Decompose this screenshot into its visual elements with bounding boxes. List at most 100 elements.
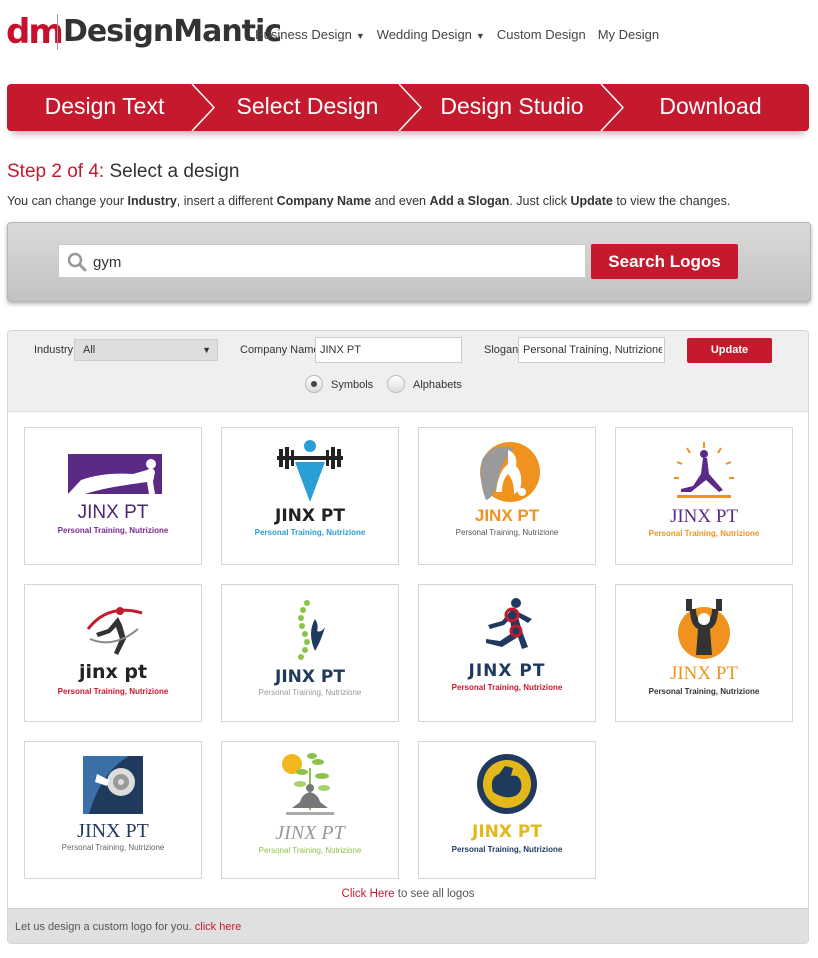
see-all-logos-link[interactable]: Click Here	[342, 888, 395, 900]
athlete-circle-icon	[480, 442, 540, 502]
intro-bold: Company Name	[276, 194, 372, 208]
intro-bold: Add a Slogan	[429, 194, 510, 208]
search-input[interactable]	[91, 249, 575, 275]
logo-slogan: Personal Training, Nutrizione	[451, 845, 563, 854]
slogan-label: Slogan	[484, 344, 519, 356]
spine-dots-icon	[298, 600, 325, 660]
company-name-input[interactable]	[315, 337, 462, 363]
logo-slogan: Personal Training, Nutrizione	[258, 688, 362, 697]
logo-slogan: Personal Training, Nutrizione	[57, 526, 169, 535]
radio-alphabets-label: Alphabets	[413, 379, 462, 391]
logo-name-text: JINX PT	[275, 667, 345, 687]
industry-value: All	[83, 344, 96, 356]
intro-bold: Update	[570, 194, 613, 208]
logo-company-name: JINX PT	[419, 661, 595, 681]
logo-company-name: JINX PT	[25, 820, 201, 843]
logo-card-3[interactable]: JINX PT Personal Training, Nutrizione	[418, 427, 596, 565]
logo-name-text: JINX PT	[77, 502, 149, 523]
nav-label: Business Design	[255, 27, 352, 42]
nav-custom-design[interactable]: Custom Design	[497, 27, 586, 42]
logo-name-text: JINX PT	[468, 661, 546, 681]
weightlifter-icon	[277, 440, 343, 502]
logo-card-7[interactable]: JINX PT Personal Training, Nutrizione	[418, 584, 596, 722]
logo-slogan: Personal Training, Nutrizione	[258, 846, 362, 855]
logo-card-11[interactable]: JINX PT Personal Training, Nutrizione	[418, 741, 596, 879]
step-title-text: Select a design	[109, 161, 240, 182]
logo-slogan: Personal Training, Nutrizione	[455, 528, 559, 537]
step-design-studio[interactable]: Design Studio	[412, 84, 612, 131]
update-button[interactable]: Update	[687, 338, 772, 363]
custom-logo-link[interactable]: click here	[195, 921, 241, 933]
logo-company-name: jinx pt	[25, 661, 201, 683]
logo-company-name: JINX PT	[25, 502, 201, 524]
intro-bold: Industry	[127, 194, 177, 208]
custom-logo-text: Let us design a custom logo for you.	[15, 921, 195, 933]
logo-card-10[interactable]: JINX PT Personal Training, Nutrizione	[221, 741, 399, 879]
company-name-label: Company Name	[240, 344, 320, 356]
filter-bar: Industry All ▼ Company Name Slogan Updat…	[8, 331, 808, 412]
chevron-down-icon: ▼	[475, 31, 485, 41]
logo-results-panel: Industry All ▼ Company Name Slogan Updat…	[7, 330, 809, 944]
page-title: Step 2 of 4: Select a design	[7, 161, 239, 183]
brand-logo-mark[interactable]: dm	[6, 12, 64, 52]
logo-divider	[57, 14, 58, 50]
logo-slogan: Personal Training, Nutrizione	[648, 687, 760, 696]
dumbbell-square-icon	[83, 756, 143, 814]
steps-bar: Design Text Select Design Design Studio …	[7, 84, 809, 131]
search-box[interactable]	[58, 244, 586, 278]
nav-my-design[interactable]: My Design	[598, 27, 659, 42]
logo-slogan: Personal Training, Nutrizione	[57, 687, 169, 696]
industry-label: Industry	[34, 344, 74, 356]
logo-name-text: JINX PT	[77, 820, 149, 842]
radio-alphabets[interactable]	[387, 375, 405, 393]
logo-card-6[interactable]: JINX PT Personal Training, Nutrizione	[221, 584, 399, 722]
logo-slogan: Personal Training, Nutrizione	[648, 529, 760, 538]
intro-part: . Just click	[509, 194, 571, 208]
logo-card-2[interactable]: JINX PT Personal Training, Nutrizione	[221, 427, 399, 565]
radio-symbols[interactable]	[305, 375, 323, 393]
logo-card-1[interactable]: JINX PT Personal Training, Nutrizione	[24, 427, 202, 565]
nav-label: Wedding Design	[376, 27, 472, 42]
top-nav: Business Design ▼ Wedding Design ▼ Custom …	[255, 27, 659, 42]
sprinter-icon	[486, 598, 532, 649]
radio-symbols-label: Symbols	[331, 379, 374, 391]
nav-wedding-design[interactable]: Wedding Design ▼	[377, 27, 485, 42]
logo-company-name: JINX PT	[419, 822, 595, 842]
yoga-pose-icon	[674, 442, 734, 498]
logo-card-9[interactable]: JINX PT Personal Training, Nutrizione	[24, 741, 202, 879]
logo-name-text: JINX PT	[669, 663, 739, 684]
logo-company-name: JINX PT	[222, 506, 398, 526]
pushup-silhouette-icon	[68, 454, 162, 494]
step-select-design[interactable]: Select Design	[210, 84, 405, 131]
industry-select[interactable]: All ▼	[74, 339, 218, 361]
logo-slogan: Personal Training, Nutrizione	[451, 683, 563, 692]
logo-company-name: JINX PT	[616, 663, 792, 685]
step-counter: Step 2 of 4:	[7, 161, 105, 182]
logo-name-text: JINX PT	[275, 506, 345, 526]
logo-company-name: JINX PT	[419, 506, 595, 526]
step-design-text[interactable]: Design Text	[7, 84, 202, 131]
intro-part: You can change your	[7, 194, 128, 208]
search-panel: Search Logos	[7, 222, 811, 302]
logo-card-5[interactable]: jinx pt Personal Training, Nutrizione	[24, 584, 202, 722]
logo-name-text: JINX PT	[472, 822, 542, 842]
logo-name-text: jinx pt	[78, 661, 148, 683]
slogan-input[interactable]	[518, 337, 665, 363]
running-figure-icon	[86, 607, 143, 655]
search-logos-button[interactable]: Search Logos	[591, 244, 738, 279]
see-all-logos: Click Here to see all logos	[8, 888, 808, 900]
logo-name-text: JINX PT	[275, 822, 345, 844]
step-download[interactable]: Download	[612, 84, 809, 131]
strongman-icon	[678, 599, 730, 659]
intro-part: and even	[371, 194, 430, 208]
intro-part: to view the changes.	[612, 194, 731, 208]
chevron-down-icon: ▼	[355, 31, 365, 41]
nav-business-design[interactable]: Business Design ▼	[255, 27, 365, 42]
search-icon	[67, 252, 87, 272]
meditation-tree-icon	[282, 753, 334, 815]
logo-card-4[interactable]: JINX PT Personal Training, Nutrizione	[615, 427, 793, 565]
intro-text: You can change your Industry, insert a d…	[7, 194, 730, 208]
logo-company-name: JINX PT	[222, 822, 398, 845]
logo-card-8[interactable]: JINX PT Personal Training, Nutrizione	[615, 584, 793, 722]
brand-name[interactable]: DesignMantic	[63, 12, 282, 52]
